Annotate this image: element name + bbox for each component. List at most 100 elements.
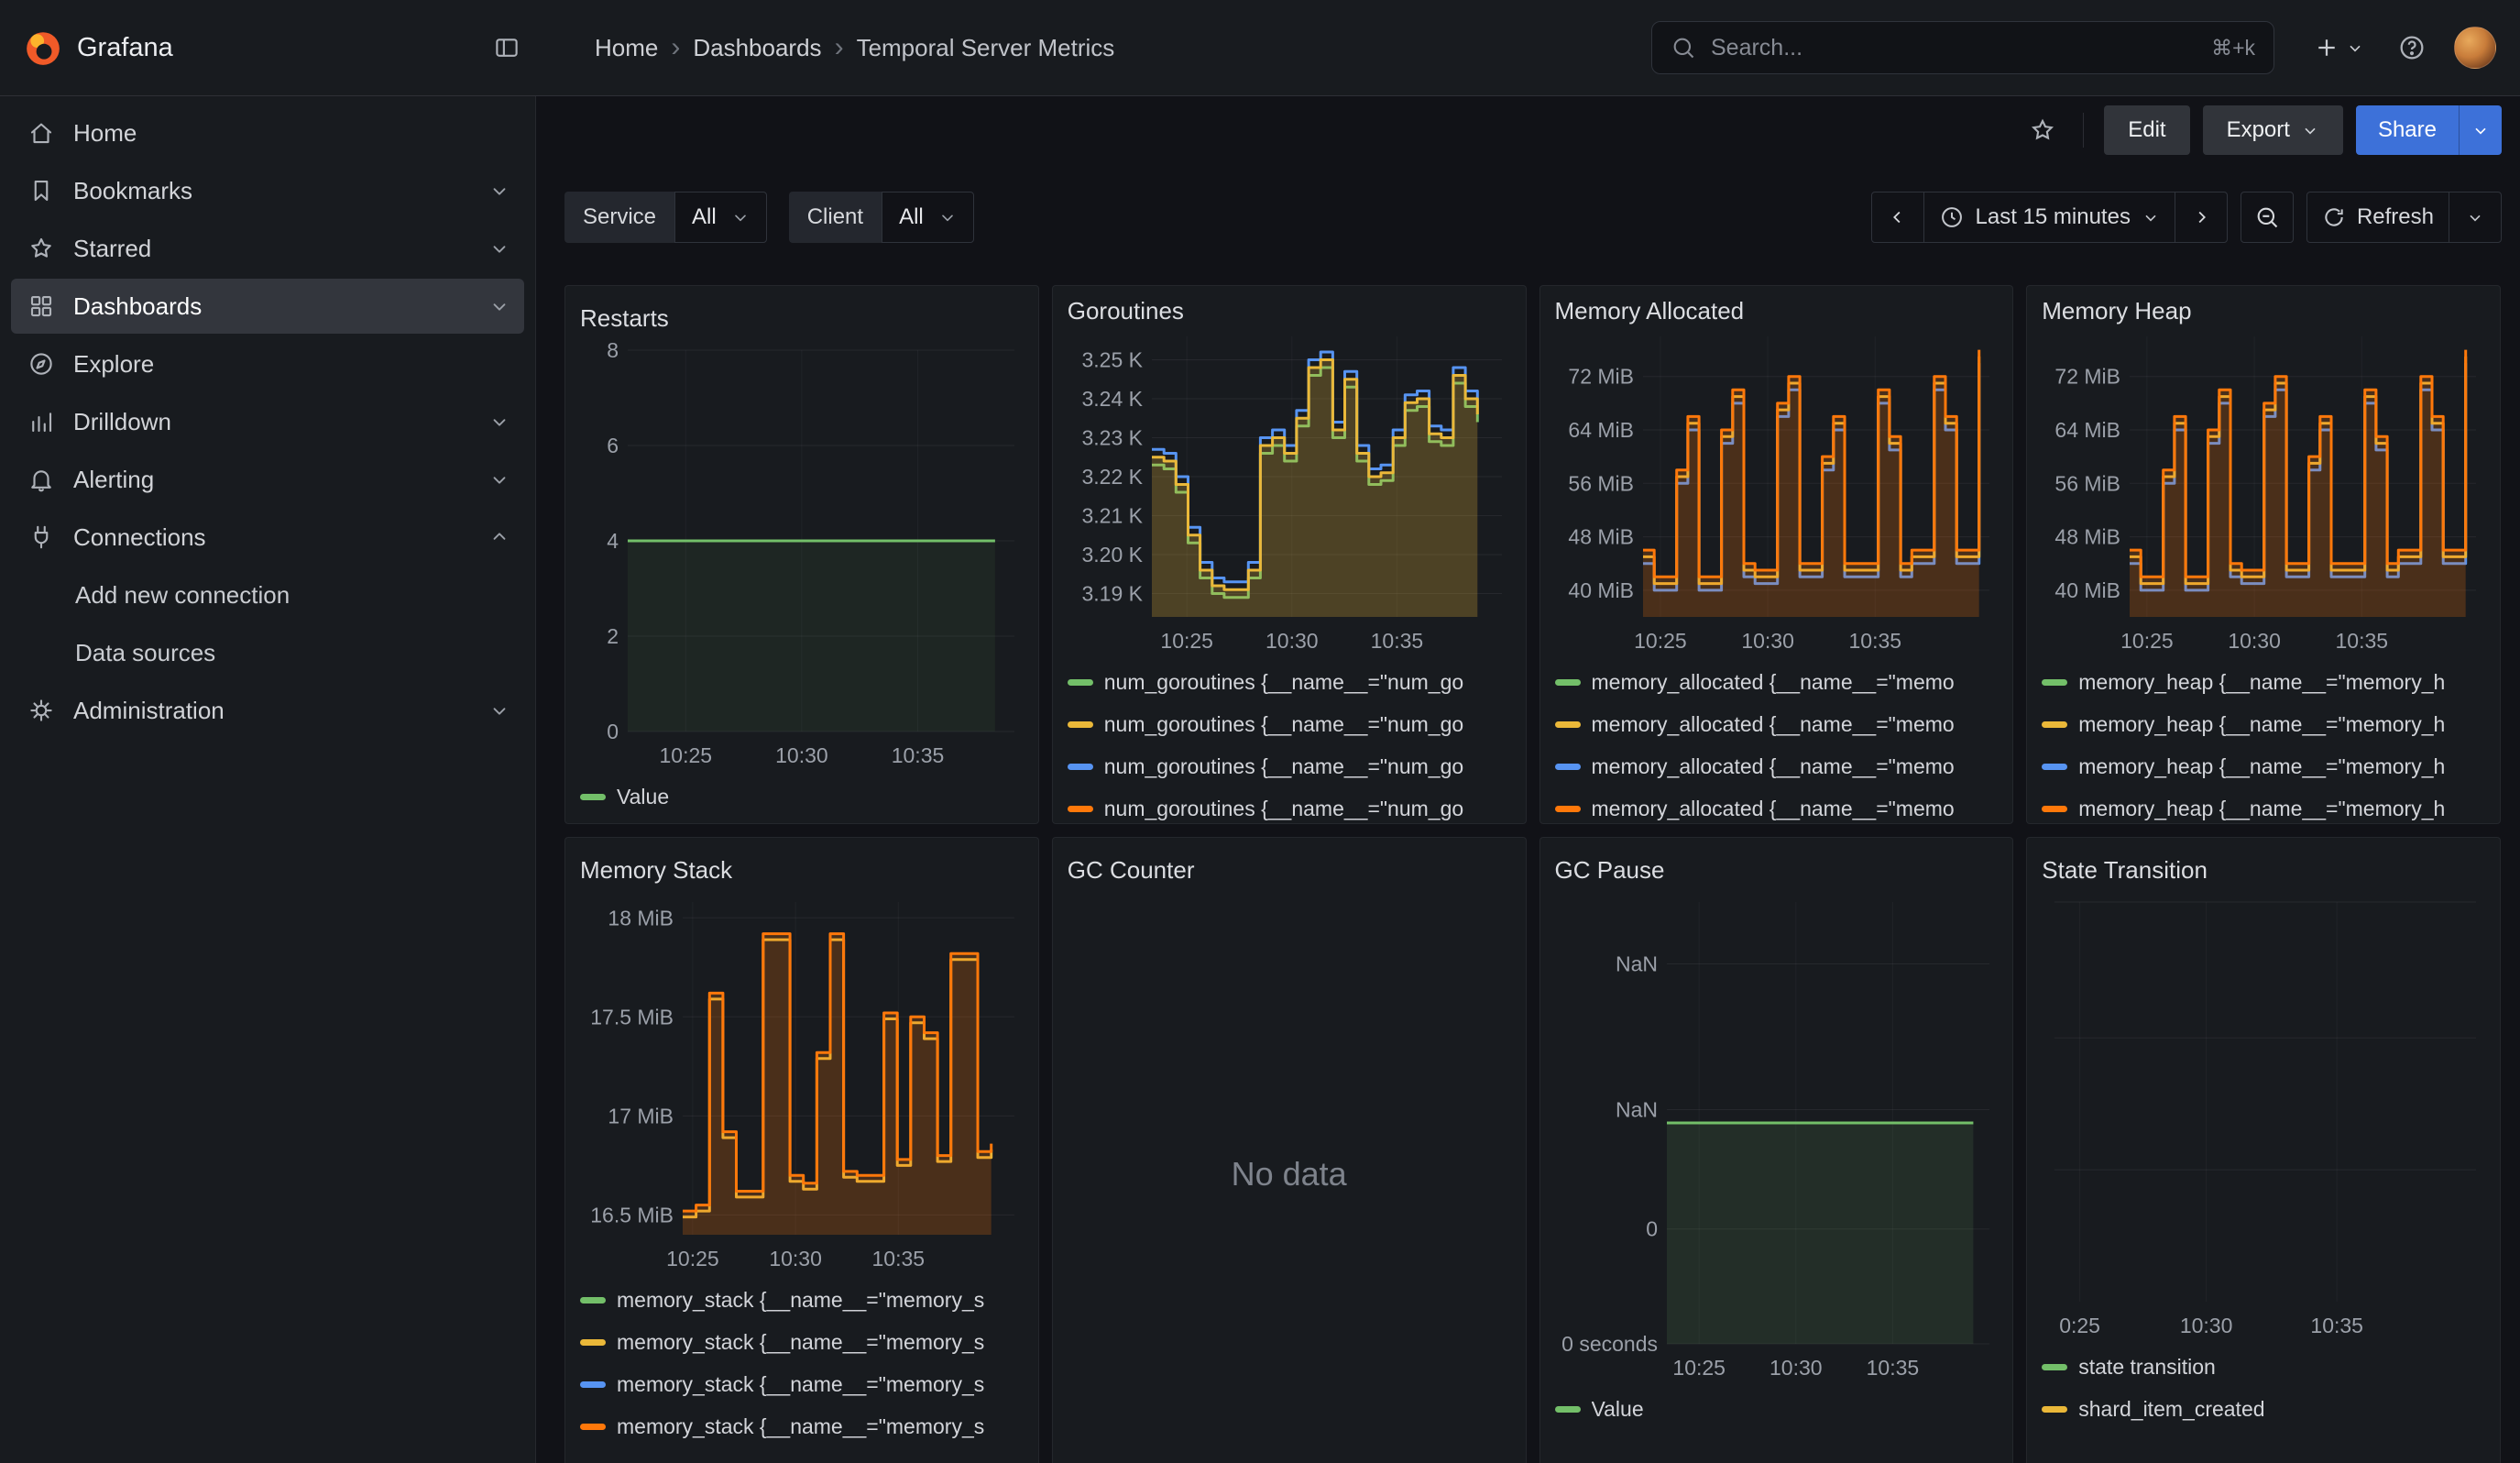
legend-item[interactable]: memory_stack {__name__="memory_s	[580, 1286, 1024, 1314]
svg-text:10:25: 10:25	[1634, 629, 1687, 653]
sidebar-item-connections[interactable]: Connections	[11, 510, 524, 565]
time-forward-button[interactable]	[2175, 192, 2227, 242]
dock-menu-toggle-button[interactable]	[487, 28, 527, 68]
edit-label: Edit	[2128, 117, 2165, 143]
svg-text:3.19 K: 3.19 K	[1081, 582, 1143, 606]
chart-area[interactable]: 16.5 MiB17 MiB17.5 MiB18 MiB10:2510:3010…	[580, 891, 1024, 1273]
sidebar-item-dashboards[interactable]: Dashboards	[11, 279, 524, 334]
edit-button[interactable]: Edit	[2104, 105, 2189, 155]
refresh-button[interactable]: Refresh	[2307, 192, 2449, 242]
chart-area[interactable]: 0246810:2510:3010:35	[580, 339, 1024, 770]
sidebar-item-alerting[interactable]: Alerting	[11, 452, 524, 507]
legend-item[interactable]: num_goroutines {__name__="num_go	[1068, 753, 1511, 780]
legend-label: num_goroutines {__name__="num_go	[1104, 712, 1463, 737]
svg-text:0: 0	[607, 720, 619, 743]
legend-item[interactable]: memory_heap {__name__="memory_h	[2042, 710, 2485, 738]
chart-area[interactable]: 40 MiB48 MiB56 MiB64 MiB72 MiB10:2510:30…	[1555, 325, 1999, 655]
legend-item[interactable]: memory_allocated {__name__="memo	[1555, 668, 1999, 696]
svg-text:10:30: 10:30	[1265, 629, 1319, 653]
svg-text:10:25: 10:25	[660, 743, 713, 767]
legend-item[interactable]: memory_heap {__name__="memory_h	[2042, 753, 2485, 780]
breadcrumb-item-home[interactable]: Home	[595, 34, 658, 62]
time-range-button[interactable]: Last 15 minutes	[1923, 192, 2175, 242]
search-input[interactable]	[1709, 34, 2198, 62]
svg-text:10:25: 10:25	[1160, 629, 1213, 653]
sidebar-item-label: Home	[73, 119, 137, 148]
svg-text:10:35: 10:35	[1848, 629, 1901, 653]
search-box[interactable]: ⌘+k	[1651, 21, 2274, 74]
variable-value-dropdown[interactable]: All	[882, 192, 974, 243]
legend-color-bar	[580, 1339, 606, 1346]
legend-item[interactable]: Value	[580, 783, 1024, 810]
panel-title[interactable]: State Transition	[2042, 849, 2485, 891]
breadcrumb: Home›Dashboards›Temporal Server Metrics	[595, 34, 1114, 62]
grafana-logo-icon[interactable]	[24, 28, 62, 67]
legend-color-bar	[1068, 679, 1093, 686]
legend-item[interactable]: memory_stack {__name__="memory_s	[580, 1413, 1024, 1440]
sidebar-item-starred[interactable]: Starred	[11, 221, 524, 276]
legend-color-bar	[580, 1297, 606, 1304]
legend-item[interactable]: memory_stack {__name__="memory_s	[580, 1328, 1024, 1356]
breadcrumb-item-dashboards[interactable]: Dashboards	[693, 34, 821, 62]
chart-area[interactable]: 0:2510:3010:35	[2042, 891, 2485, 1340]
zoom-out-button[interactable]	[2241, 192, 2293, 242]
time-back-button[interactable]	[1872, 192, 1923, 242]
export-button[interactable]: Export	[2203, 105, 2343, 155]
panel-title[interactable]: Restarts	[580, 297, 1024, 339]
star-icon	[2029, 116, 2056, 144]
legend-item[interactable]: memory_allocated {__name__="memo	[1555, 795, 1999, 822]
legend-item[interactable]: state transition	[2042, 1353, 2485, 1380]
sidebar-item-drilldown[interactable]: Drilldown	[11, 394, 524, 449]
sidebar-item-administration[interactable]: Administration	[11, 683, 524, 738]
svg-text:6: 6	[607, 434, 619, 457]
legend-item[interactable]: num_goroutines {__name__="num_go	[1068, 710, 1511, 738]
legend-item[interactable]: num_goroutines {__name__="num_go	[1068, 668, 1511, 696]
help-button[interactable]	[2392, 28, 2432, 68]
panel-legend: num_goroutines {__name__="num_go num_goro…	[1068, 668, 1511, 822]
refresh-caret-button[interactable]	[2449, 192, 2501, 242]
legend-item[interactable]: memory_heap {__name__="memory_h	[2042, 668, 2485, 696]
sidebar-item-explore[interactable]: Explore	[11, 336, 524, 391]
svg-text:18 MiB: 18 MiB	[608, 906, 674, 930]
svg-text:10:30: 10:30	[2180, 1314, 2233, 1337]
dashboard-toolbar: Edit Export Share	[536, 96, 2520, 155]
share-caret-button[interactable]	[2459, 105, 2502, 155]
panel-title[interactable]: Memory Allocated	[1555, 297, 1999, 325]
sidebar-item-data-sources[interactable]: Data sources	[11, 625, 524, 680]
sidebar-item-add-new-connection[interactable]: Add new connection	[11, 567, 524, 622]
panel-title[interactable]: Memory Heap	[2042, 297, 2485, 325]
time-range-group: Last 15 minutes	[1871, 192, 2228, 243]
legend-item[interactable]: shard_item_created	[2042, 1395, 2485, 1423]
variable-value: All	[692, 204, 717, 230]
chevron-down-icon	[2471, 121, 2490, 139]
legend-label: memory_allocated {__name__="memo	[1592, 712, 1955, 737]
panel-title[interactable]: GC Counter	[1068, 849, 1511, 891]
chart-area[interactable]: 3.19 K3.20 K3.21 K3.22 K3.23 K3.24 K3.25…	[1068, 325, 1511, 655]
share-button[interactable]: Share	[2356, 105, 2459, 155]
chevron-down-icon	[2466, 208, 2484, 226]
nav-actions	[2307, 27, 2496, 69]
legend-item[interactable]: Value	[1555, 1395, 1999, 1423]
sidebar-item-home[interactable]: Home	[11, 105, 524, 160]
chevron-down-icon	[2346, 38, 2364, 57]
legend-item[interactable]: memory_allocated {__name__="memo	[1555, 753, 1999, 780]
chart-area[interactable]: 40 MiB48 MiB56 MiB64 MiB72 MiB10:2510:30…	[2042, 325, 2485, 655]
panel-legend: Value	[580, 783, 1024, 810]
legend-item[interactable]: num_goroutines {__name__="num_go	[1068, 795, 1511, 822]
legend-item[interactable]: memory_allocated {__name__="memo	[1555, 710, 1999, 738]
panel-title[interactable]: GC Pause	[1555, 849, 1999, 891]
zoom-out-icon	[2254, 204, 2280, 230]
favorite-star-button[interactable]	[2022, 110, 2063, 150]
sidebar-item-bookmarks[interactable]: Bookmarks	[11, 163, 524, 218]
legend-item[interactable]: memory_stack {__name__="memory_s	[580, 1370, 1024, 1398]
panel-memory-allocated: Memory Allocated40 MiB48 MiB56 MiB64 MiB…	[1539, 285, 2014, 824]
variable-value-dropdown[interactable]: All	[674, 192, 767, 243]
chart-area[interactable]: NaNNaN00 seconds10:2510:3010:35	[1555, 891, 1999, 1382]
svg-text:10:30: 10:30	[2229, 629, 2282, 653]
legend-item[interactable]: memory_heap {__name__="memory_h	[2042, 795, 2485, 822]
panel-title[interactable]: Goroutines	[1068, 297, 1511, 325]
avatar[interactable]	[2454, 27, 2496, 69]
panel-title[interactable]: Memory Stack	[580, 849, 1024, 891]
new-button[interactable]	[2307, 33, 2370, 62]
legend-color-bar	[2042, 764, 2067, 770]
